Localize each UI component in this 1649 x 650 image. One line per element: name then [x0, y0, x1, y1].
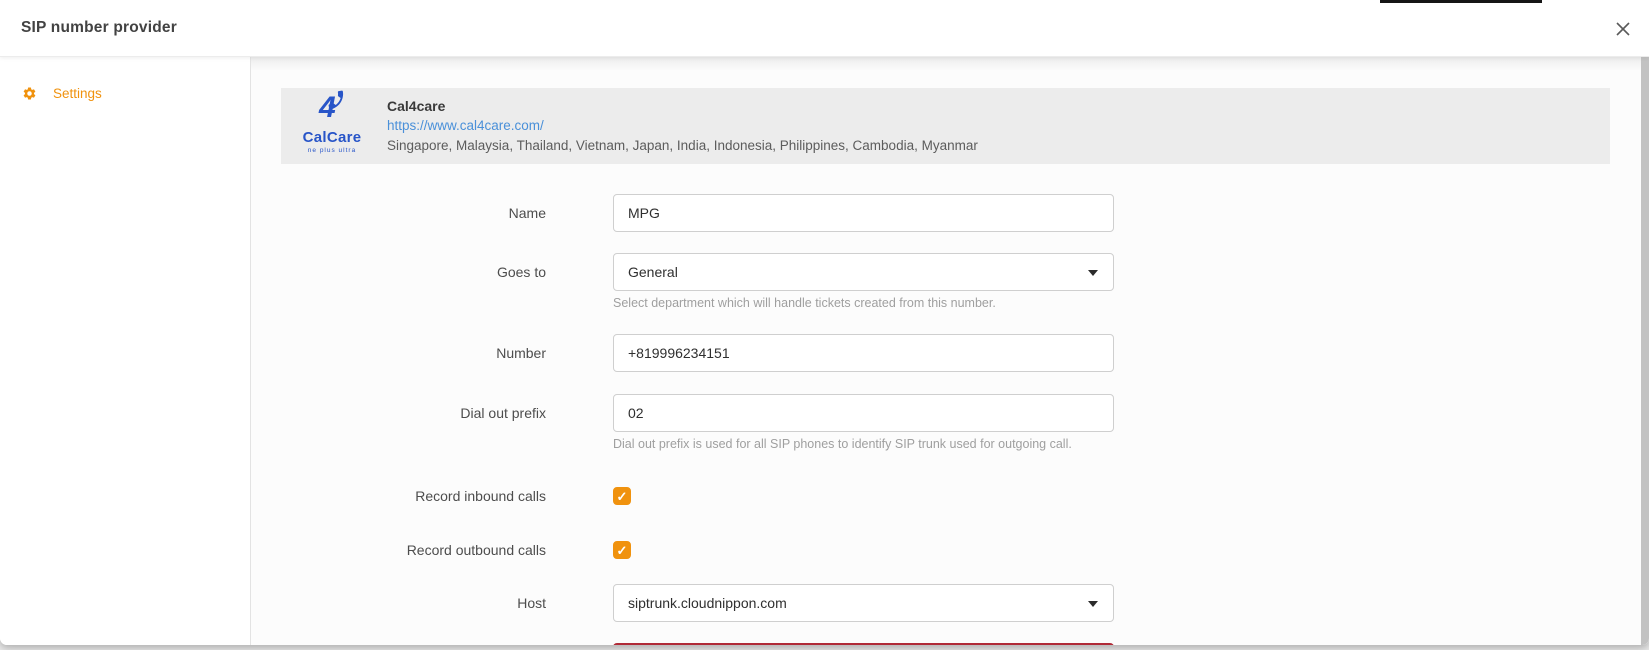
- checkmark-icon: ✓: [617, 544, 628, 557]
- dial-out-prefix-input[interactable]: [613, 394, 1114, 432]
- host-value: siptrunk.cloudnippon.com: [628, 595, 787, 611]
- sidebar-item-settings[interactable]: Settings: [22, 86, 250, 101]
- clipped-error-input[interactable]: [613, 643, 1114, 645]
- chevron-down-icon: [1088, 601, 1098, 607]
- name-input[interactable]: [613, 194, 1114, 232]
- host-label: Host: [251, 595, 546, 611]
- dial-out-prefix-label: Dial out prefix: [251, 405, 546, 421]
- logo-brand-part1: Cal: [303, 129, 327, 146]
- form-row-record-inbound: Record inbound calls ✓: [251, 486, 631, 506]
- goes-to-helper: Select department which will handle tick…: [613, 296, 996, 310]
- background-page-artifact: [1380, 0, 1542, 3]
- gear-icon: [22, 86, 37, 101]
- screen: SIP number provider Settings: [0, 0, 1649, 650]
- logo-brand-part2: Care: [327, 129, 362, 146]
- record-outbound-label: Record outbound calls: [251, 542, 546, 558]
- form-row-number: Number: [251, 334, 1114, 372]
- goes-to-select[interactable]: General: [613, 253, 1114, 291]
- sip-number-provider-modal: SIP number provider Settings: [0, 0, 1649, 645]
- form-row-name: Name: [251, 194, 1114, 232]
- form-row-goes-to: Goes to General: [251, 253, 1114, 291]
- checkmark-icon: ✓: [617, 490, 628, 503]
- chevron-down-icon: [1088, 270, 1098, 276]
- settings-panel: 4 CalCare ne plus ultra Cal4care https:/…: [251, 57, 1649, 645]
- name-label: Name: [251, 205, 546, 221]
- number-input[interactable]: [613, 334, 1114, 372]
- provider-info: Cal4care https://www.cal4care.com/ Singa…: [387, 96, 978, 156]
- sidebar: Settings: [0, 57, 251, 645]
- form-row-record-outbound: Record outbound calls ✓: [251, 540, 631, 560]
- goes-to-label: Goes to: [251, 264, 546, 280]
- modal-title: SIP number provider: [21, 19, 177, 37]
- provider-countries: Singapore, Malaysia, Thailand, Vietnam, …: [387, 136, 978, 156]
- modal-body: Settings 4 CalCare ne plus ultra: [0, 57, 1649, 645]
- vertical-scrollbar[interactable]: [1641, 57, 1649, 645]
- record-inbound-label: Record inbound calls: [251, 488, 546, 504]
- number-label: Number: [251, 345, 546, 361]
- logo-tagline: ne plus ultra: [293, 147, 371, 154]
- close-icon[interactable]: [1614, 20, 1632, 38]
- record-outbound-checkbox[interactable]: ✓: [613, 541, 631, 559]
- logo-brand: CalCare: [293, 129, 371, 146]
- sidebar-item-label: Settings: [53, 86, 102, 101]
- host-select[interactable]: siptrunk.cloudnippon.com: [613, 584, 1114, 622]
- provider-card: 4 CalCare ne plus ultra Cal4care https:/…: [281, 88, 1610, 164]
- goes-to-value: General: [628, 264, 678, 280]
- modal-header: SIP number provider: [0, 0, 1649, 57]
- form-row-clipped-error-field: [251, 643, 1114, 645]
- form-row-host: Host siptrunk.cloudnippon.com: [251, 584, 1114, 622]
- dial-out-prefix-helper: Dial out prefix is used for all SIP phon…: [613, 437, 1072, 451]
- record-inbound-checkbox[interactable]: ✓: [613, 487, 631, 505]
- cal4care-logo: 4 CalCare ne plus ultra: [293, 91, 371, 161]
- provider-url-link[interactable]: https://www.cal4care.com/: [387, 116, 544, 136]
- form-row-dial-out-prefix: Dial out prefix: [251, 394, 1114, 432]
- logo-digit: 4: [319, 93, 336, 123]
- provider-name: Cal4care: [387, 96, 978, 116]
- scrollbar-thumb[interactable]: [1641, 57, 1649, 645]
